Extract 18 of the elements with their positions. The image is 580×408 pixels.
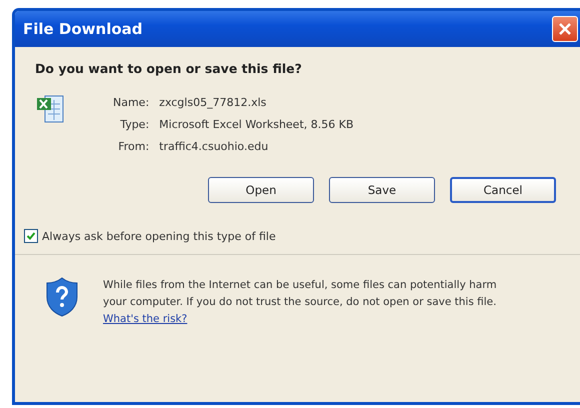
dialog-button[interactable]: Save <box>329 177 435 203</box>
detail-value: zxcgls05_77812.xls <box>159 96 268 109</box>
checkbox[interactable] <box>24 229 38 243</box>
dialog-button[interactable]: Cancel <box>450 177 556 203</box>
dialog-question: Do you want to open or save this file? <box>35 61 303 76</box>
close-button[interactable] <box>552 16 578 42</box>
close-icon <box>558 22 572 36</box>
detail-label: Type: <box>119 118 150 131</box>
detail-value: traffic4.csuohio.edu <box>159 140 270 153</box>
detail-label: Name: <box>113 96 150 109</box>
window-title: File Download <box>23 20 143 38</box>
shield-question-icon <box>45 277 79 317</box>
risk-link[interactable]: What's the risk? <box>103 313 188 325</box>
checkbox-label: Always ask before opening this type of file <box>42 230 276 242</box>
detail-label: From: <box>117 140 150 153</box>
warning-text: While files from the Internet can be useful, some files can potentially harm your computer. If you do not trust the source, do not open or save this file. What's the risk? <box>103 278 498 327</box>
detail-value: Microsoft Excel Worksheet, 8.56 KB <box>159 118 354 131</box>
dialog-button[interactable]: Open <box>208 177 314 203</box>
